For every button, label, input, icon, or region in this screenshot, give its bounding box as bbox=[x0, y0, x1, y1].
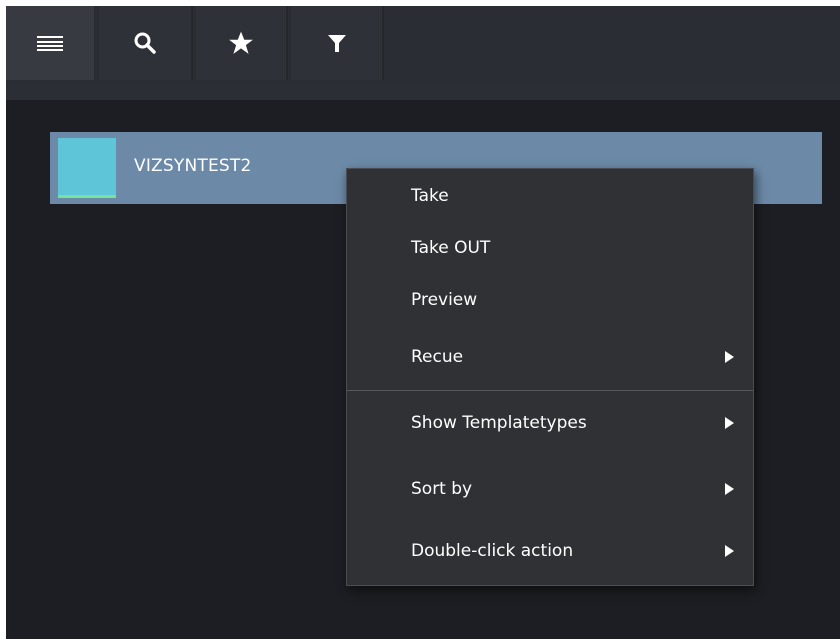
submenu-arrow-icon bbox=[725, 351, 734, 363]
menu-item-label: Double-click action bbox=[411, 541, 574, 561]
menu-item-label: Preview bbox=[411, 290, 478, 310]
hamburger-menu-icon bbox=[37, 36, 63, 51]
search-icon bbox=[134, 32, 156, 54]
filter-button[interactable] bbox=[291, 6, 384, 80]
menu-item-show-templatetypes[interactable]: Show Templatetypes bbox=[347, 399, 753, 449]
star-icon bbox=[229, 31, 253, 54]
menu-item-label: Take bbox=[411, 186, 449, 206]
menu-item-preview[interactable]: Preview bbox=[347, 276, 753, 326]
search-button[interactable] bbox=[99, 6, 193, 80]
submenu-arrow-icon bbox=[725, 417, 734, 429]
hamburger-menu-button[interactable] bbox=[6, 6, 94, 80]
menu-separator bbox=[347, 390, 753, 391]
favorites-button[interactable] bbox=[196, 6, 288, 80]
menu-item-recue[interactable]: Recue bbox=[347, 333, 753, 383]
menu-item-label: Recue bbox=[411, 347, 464, 367]
submenu-arrow-icon bbox=[725, 483, 734, 495]
menu-item-double-click-action[interactable]: Double-click action bbox=[347, 527, 753, 577]
menu-item-label: Take OUT bbox=[411, 238, 491, 258]
toolbar-divider bbox=[6, 86, 840, 100]
menu-item-label: Sort by bbox=[411, 479, 473, 499]
menu-item-take-out[interactable]: Take OUT bbox=[347, 224, 753, 274]
context-menu: Take Take OUT Preview Recue Show Templat… bbox=[346, 168, 754, 586]
submenu-arrow-icon bbox=[725, 545, 734, 557]
item-status-bar bbox=[58, 195, 116, 198]
menu-item-take[interactable]: Take bbox=[347, 172, 753, 222]
menu-item-sort-by[interactable]: Sort by bbox=[347, 465, 753, 515]
filter-icon bbox=[327, 35, 346, 52]
item-label: VIZSYNTEST2 bbox=[134, 156, 252, 176]
item-thumbnail bbox=[58, 138, 116, 196]
menu-item-label: Show Templatetypes bbox=[411, 413, 587, 433]
